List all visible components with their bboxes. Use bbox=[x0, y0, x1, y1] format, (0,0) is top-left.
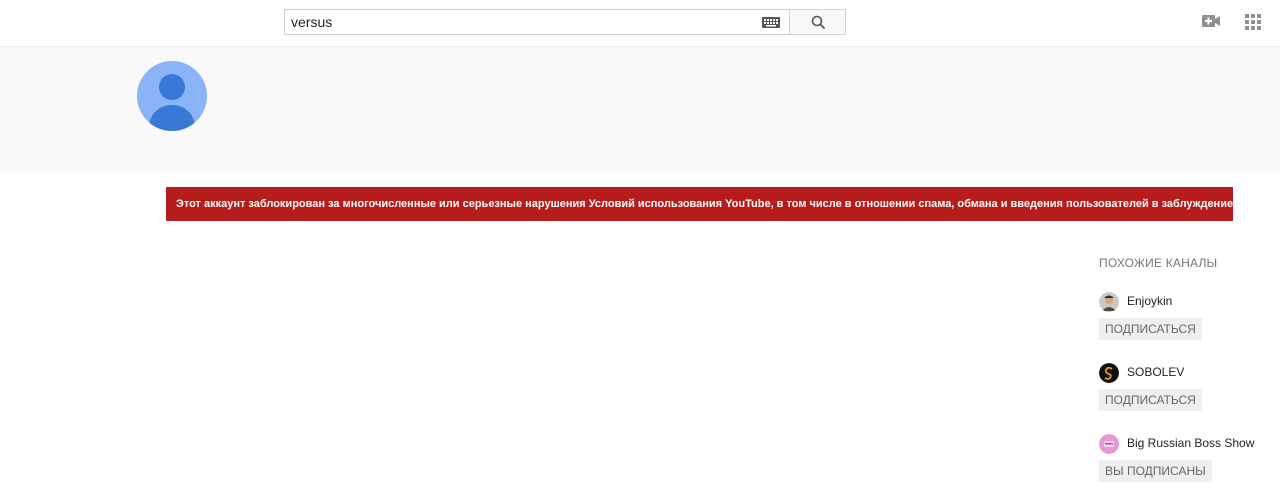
subscribe-button[interactable]: ПОДПИСАТЬСЯ bbox=[1099, 318, 1202, 340]
channel-name[interactable]: SOBOLEV bbox=[1127, 365, 1184, 379]
top-bar bbox=[0, 0, 1280, 46]
subscribe-button[interactable]: ПОДПИСАТЬСЯ bbox=[1099, 389, 1202, 411]
search-button[interactable] bbox=[789, 9, 846, 35]
search-icon bbox=[811, 15, 826, 30]
related-channels-title: ПОХОЖИЕ КАНАЛЫ bbox=[1099, 256, 1218, 270]
account-blocked-alert: Этот аккаунт заблокирован за многочислен… bbox=[166, 187, 1233, 221]
search-input[interactable] bbox=[291, 13, 751, 31]
video-upload-icon[interactable] bbox=[1202, 14, 1220, 28]
avatar-body bbox=[149, 105, 195, 131]
apps-grid-icon[interactable] bbox=[1245, 14, 1261, 30]
channel-avatar bbox=[137, 61, 207, 131]
subscribed-button[interactable]: ВЫ ПОДПИСАНЫ bbox=[1099, 460, 1212, 482]
avatar-head bbox=[159, 74, 185, 100]
channel-avatar-sobolev[interactable] bbox=[1099, 363, 1119, 383]
channel-avatar-enjoykin[interactable] bbox=[1099, 292, 1119, 312]
channel-name[interactable]: Big Russian Boss Show bbox=[1127, 436, 1254, 450]
channel-name[interactable]: Enjoykin bbox=[1127, 294, 1172, 308]
keyboard-icon[interactable] bbox=[762, 17, 780, 28]
channel-avatar-big-russian-boss-show[interactable] bbox=[1099, 434, 1119, 454]
search-box bbox=[284, 9, 790, 35]
